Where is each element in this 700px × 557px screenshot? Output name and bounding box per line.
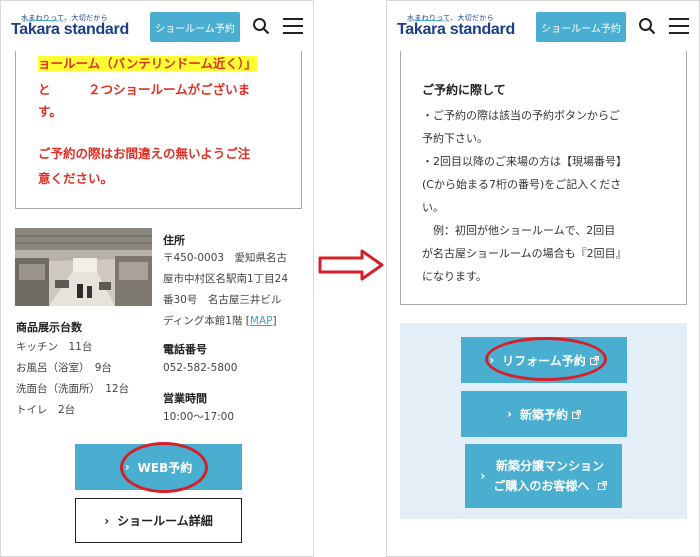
condo-purchaser-button[interactable]: › 新築分譲マンション ご購入のお客様へ [465, 444, 622, 508]
condo-label-line1: 新築分譲マンション [495, 459, 604, 473]
address-line-text: ディング本館1階 [163, 315, 243, 327]
site-header: 水まわりって、大切だから Takara standard ショールーム予約 [387, 1, 699, 51]
business-hours: 10:00～17:00 [163, 411, 235, 423]
address-line-last: ディング本館1階 [MAP] [163, 315, 277, 327]
map-link[interactable]: MAP [250, 315, 273, 327]
note-line: ・ご予約の際は該当の予約ボタンからご [422, 109, 620, 122]
notice-line-4: ご予約の際はお間違えの無いようご注 [38, 146, 251, 161]
newbuild-reserve-label: 新築予約 [519, 407, 568, 422]
address-title: 住所 [163, 234, 185, 247]
showroom-detail-button[interactable]: › ショールーム詳細 [75, 498, 242, 543]
takara-logo[interactable]: Takara standard [397, 21, 515, 39]
exhibit-item: キッチン 11台 [16, 341, 93, 353]
annotation-circle [485, 337, 607, 381]
address-line: 屋市中村区名駅南1丁目24 [163, 273, 289, 285]
hamburger-menu-icon[interactable] [669, 18, 689, 34]
note-line: い。 [422, 201, 444, 214]
exhibit-item: 洗面台（洗面所） 12台 [16, 383, 130, 395]
showroom-detail-label: ショールーム詳細 [117, 514, 213, 528]
notice-line-1: ョールーム（バンテリンドーム近く）」 [38, 56, 257, 71]
annotation-circle [120, 442, 208, 493]
search-icon[interactable] [638, 17, 656, 35]
reservation-notes-box: ご予約に際して ・ご予約の際は該当の予約ボタンからご 予約下さい。 ・2回目以降… [400, 51, 687, 305]
note-line: が名古屋ショールームの場合も『2回目』 [422, 247, 627, 260]
condo-purchaser-label: 新築分譲マンション ご購入のお客様へ [493, 456, 607, 496]
notice-line-5: 意ください。 [38, 171, 114, 186]
left-phone-screen: 水まわりって、大切だから Takara standard ショールーム予約 ョー… [0, 0, 314, 557]
external-link-icon [571, 409, 581, 419]
note-line: ・2回目以降のご来場の方は【現場番号】 [422, 155, 627, 168]
external-link-icon [597, 481, 607, 490]
transition-arrow-icon [318, 249, 384, 281]
notice-line-2: と ２つショールームがございま [38, 82, 251, 97]
exhibit-count-title: 商品展示台数 [16, 321, 82, 334]
note-line: 例：初回が他ショールームで、2回目 [422, 224, 616, 237]
takara-logo[interactable]: Takara standard [11, 21, 129, 39]
phone-number: 052-582-5800 [163, 362, 238, 374]
exhibit-item: トイレ 2台 [16, 404, 76, 416]
note-line: 予約下さい。 [422, 132, 488, 145]
chevron-right-icon: › [480, 469, 486, 483]
showroom-reserve-button[interactable]: ショールーム予約 [150, 12, 240, 42]
condo-label-line2: ご購入のお客様へ [493, 479, 590, 493]
note-line: になります。 [422, 270, 487, 283]
site-header: 水まわりって、大切だから Takara standard ショールーム予約 [1, 1, 313, 51]
phone-title: 電話番号 [163, 343, 207, 356]
search-icon[interactable] [252, 17, 270, 35]
newbuild-reserve-button[interactable]: › 新築予約 [461, 391, 627, 437]
showroom-photo [15, 228, 152, 306]
notice-line-3: す。 [38, 104, 62, 119]
showroom-notice-box: ョールーム（バンテリンドーム近く）」 と ２つショールームがございま す。 ご予… [15, 51, 302, 209]
chevron-right-icon: › [507, 407, 512, 421]
address-line: 〒450-0003 愛知県名古 [163, 252, 288, 264]
right-phone-screen: 水まわりって、大切だから Takara standard ショールーム予約 ご予… [386, 0, 700, 557]
hamburger-menu-icon[interactable] [283, 18, 303, 34]
reservation-notes-title: ご予約に際して [422, 83, 506, 97]
address-line: 番30号 名古屋三井ビル [163, 294, 282, 306]
showroom-reserve-button[interactable]: ショールーム予約 [536, 12, 626, 42]
exhibit-item: お風呂（浴室） 9台 [16, 362, 112, 374]
chevron-right-icon: › [104, 513, 110, 528]
note-line: (Cから始まる7桁の番号)をご記入くださ [422, 178, 622, 191]
hours-title: 営業時間 [163, 392, 207, 405]
